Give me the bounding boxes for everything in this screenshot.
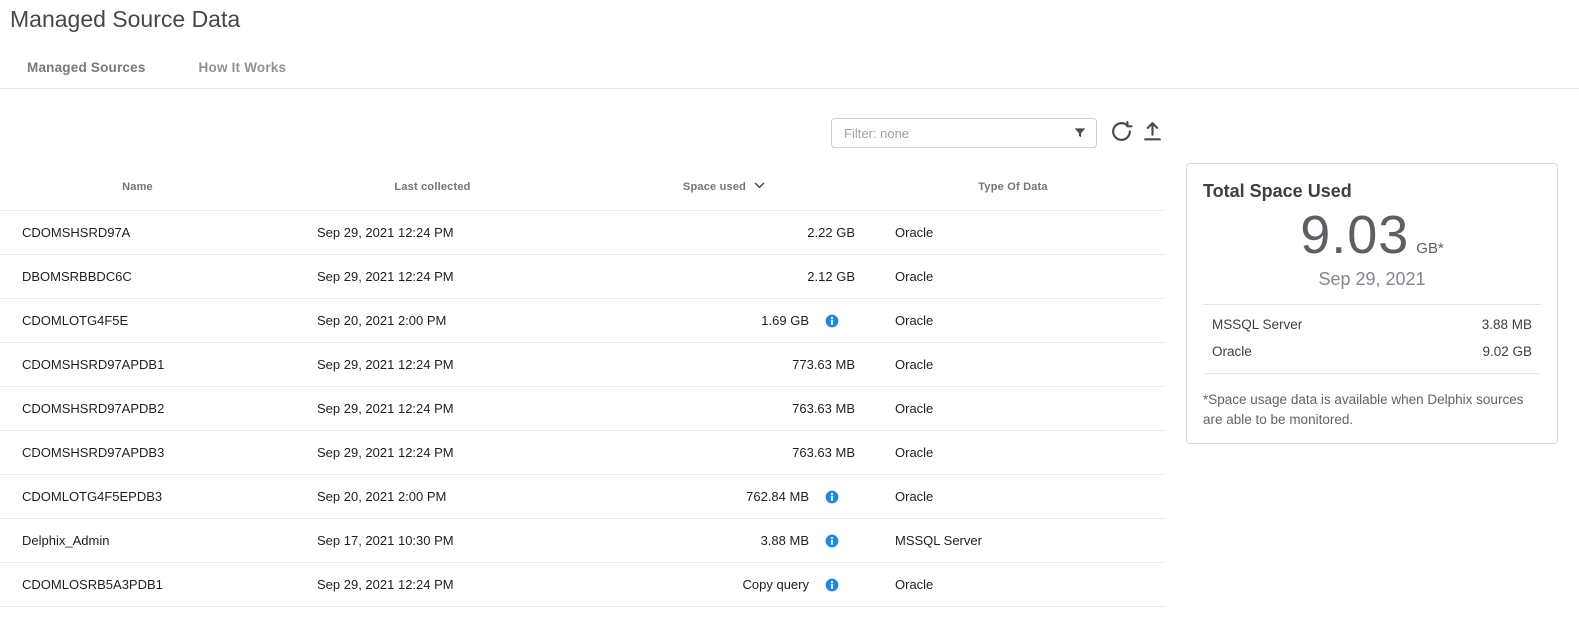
- table-row[interactable]: CDOMLOTG4F5EPDB3 Sep 20, 2021 2:00 PM 76…: [0, 474, 1166, 518]
- panel-title: Total Space Used: [1203, 181, 1541, 202]
- breakdown-row: MSSQL Server 3.88 MB: [1203, 317, 1541, 332]
- cell-name: DBOMSRBBDC6C: [0, 269, 275, 284]
- copy-query-button[interactable]: Copy query: [743, 577, 809, 592]
- cell-name: CDOMLOTG4F5EPDB3: [0, 489, 275, 504]
- sort-chevron-down-icon[interactable]: [752, 178, 767, 193]
- panel-divider-top: [1203, 304, 1541, 305]
- breakdown-row: Oracle 9.02 GB: [1203, 344, 1541, 359]
- cell-type-of-data: Oracle: [860, 445, 1166, 460]
- cell-space-used: Copy query: [590, 577, 860, 592]
- panel-divider-bottom: [1203, 373, 1541, 374]
- cell-type-of-data: Oracle: [860, 269, 1166, 284]
- breakdown-value: 3.88 MB: [1482, 317, 1532, 332]
- filter-funnel-icon[interactable]: [1072, 125, 1088, 141]
- breakdown-label: MSSQL Server: [1212, 317, 1302, 332]
- column-header-space-used-label: Space used: [683, 181, 746, 193]
- refresh-icon: [1109, 119, 1134, 144]
- info-icon[interactable]: [825, 314, 839, 328]
- cell-space-used: 773.63 MB: [590, 357, 860, 372]
- cell-space-used: 3.88 MB: [590, 533, 860, 548]
- cell-last-collected: Sep 29, 2021 12:24 PM: [275, 445, 590, 460]
- table-row[interactable]: CDOMSHSRD97A Sep 29, 2021 12:24 PM 2.22 …: [0, 210, 1166, 254]
- cell-name: Delphix_Admin: [0, 533, 275, 548]
- cell-last-collected: Sep 29, 2021 12:24 PM: [275, 225, 590, 240]
- table-body: CDOMSHSRD97A Sep 29, 2021 12:24 PM 2.22 …: [0, 210, 1166, 607]
- as-of-date: Sep 29, 2021: [1203, 269, 1541, 290]
- table-row[interactable]: CDOMLOTG4F5E Sep 20, 2021 2:00 PM 1.69 G…: [0, 298, 1166, 342]
- space-used-value: 763.63 MB: [792, 401, 855, 416]
- total-space-value: 9.03: [1300, 204, 1409, 266]
- breakdown-label: Oracle: [1212, 344, 1252, 359]
- cell-space-used: 2.12 GB: [590, 269, 860, 284]
- info-slot: [809, 534, 855, 548]
- cell-space-used: 762.84 MB: [590, 489, 860, 504]
- cell-type-of-data: Oracle: [860, 225, 1166, 240]
- info-slot: [809, 490, 855, 504]
- info-icon[interactable]: [825, 578, 839, 592]
- cell-space-used: 763.63 MB: [590, 401, 860, 416]
- cell-space-used: 763.63 MB: [590, 445, 860, 460]
- export-icon: [1140, 119, 1165, 144]
- tab-bar: Managed Sources How It Works: [27, 60, 286, 75]
- cell-last-collected: Sep 29, 2021 12:24 PM: [275, 269, 590, 284]
- table-header: Name Last collected Space used Type Of D…: [0, 163, 1166, 210]
- cell-space-used: 1.69 GB: [590, 313, 860, 328]
- cell-name: CDOMLOSRB5A3PDB1: [0, 577, 275, 592]
- space-used-value: 2.12 GB: [807, 269, 855, 284]
- space-usage-footnote: *Space usage data is available when Delp…: [1203, 390, 1541, 429]
- cell-type-of-data: Oracle: [860, 489, 1166, 504]
- cell-name: CDOMSHSRD97A: [0, 225, 275, 240]
- info-icon[interactable]: [825, 534, 839, 548]
- space-used-value: 762.84 MB: [746, 489, 809, 504]
- tab-how-it-works[interactable]: How It Works: [199, 60, 287, 75]
- cell-type-of-data: Oracle: [860, 401, 1166, 416]
- header-divider: [0, 88, 1579, 89]
- table-row[interactable]: DBOMSRBBDC6C Sep 29, 2021 12:24 PM 2.12 …: [0, 254, 1166, 298]
- cell-type-of-data: MSSQL Server: [860, 533, 1166, 548]
- space-used-value: 773.63 MB: [792, 357, 855, 372]
- info-icon[interactable]: [825, 490, 839, 504]
- table-row[interactable]: CDOMSHSRD97APDB1 Sep 29, 2021 12:24 PM 7…: [0, 342, 1166, 386]
- info-slot: [809, 314, 855, 328]
- cell-last-collected: Sep 20, 2021 2:00 PM: [275, 313, 590, 328]
- column-header-space-used[interactable]: Space used: [590, 180, 860, 193]
- space-used-value: 1.69 GB: [761, 313, 809, 328]
- total-space-value-row: 9.03 GB*: [1203, 204, 1541, 266]
- total-space-unit: GB*: [1416, 240, 1444, 257]
- cell-last-collected: Sep 29, 2021 12:24 PM: [275, 401, 590, 416]
- filter-field: [831, 118, 1097, 148]
- cell-name: CDOMLOTG4F5E: [0, 313, 275, 328]
- filter-input[interactable]: [831, 118, 1097, 148]
- cell-type-of-data: Oracle: [860, 357, 1166, 372]
- cell-last-collected: Sep 29, 2021 12:24 PM: [275, 357, 590, 372]
- space-used-value: 763.63 MB: [792, 445, 855, 460]
- column-header-type-of-data[interactable]: Type Of Data: [860, 181, 1166, 193]
- table-row[interactable]: Delphix_Admin Sep 17, 2021 10:30 PM 3.88…: [0, 518, 1166, 562]
- space-used-value: 3.88 MB: [761, 533, 809, 548]
- cell-type-of-data: Oracle: [860, 577, 1166, 592]
- managed-sources-table: Name Last collected Space used Type Of D…: [0, 163, 1166, 607]
- page-title: Managed Source Data: [10, 6, 240, 33]
- column-header-last-collected[interactable]: Last collected: [275, 181, 590, 193]
- column-header-name[interactable]: Name: [0, 181, 275, 193]
- tab-managed-sources[interactable]: Managed Sources: [27, 60, 146, 75]
- breakdown-value: 9.02 GB: [1482, 344, 1532, 359]
- table-row[interactable]: CDOMSHSRD97APDB3 Sep 29, 2021 12:24 PM 7…: [0, 430, 1166, 474]
- refresh-button[interactable]: [1108, 119, 1134, 145]
- cell-name: CDOMSHSRD97APDB1: [0, 357, 275, 372]
- info-slot: [809, 578, 855, 592]
- table-row[interactable]: CDOMLOSRB5A3PDB1 Sep 29, 2021 12:24 PM C…: [0, 562, 1166, 607]
- cell-name: CDOMSHSRD97APDB3: [0, 445, 275, 460]
- cell-last-collected: Sep 29, 2021 12:24 PM: [275, 577, 590, 592]
- cell-last-collected: Sep 20, 2021 2:00 PM: [275, 489, 590, 504]
- space-used-value: 2.22 GB: [807, 225, 855, 240]
- cell-last-collected: Sep 17, 2021 10:30 PM: [275, 533, 590, 548]
- table-row[interactable]: CDOMSHSRD97APDB2 Sep 29, 2021 12:24 PM 7…: [0, 386, 1166, 430]
- total-space-used-panel: Total Space Used 9.03 GB* Sep 29, 2021 M…: [1186, 163, 1558, 444]
- export-button[interactable]: [1139, 119, 1165, 145]
- cell-name: CDOMSHSRD97APDB2: [0, 401, 275, 416]
- cell-type-of-data: Oracle: [860, 313, 1166, 328]
- cell-space-used: 2.22 GB: [590, 225, 860, 240]
